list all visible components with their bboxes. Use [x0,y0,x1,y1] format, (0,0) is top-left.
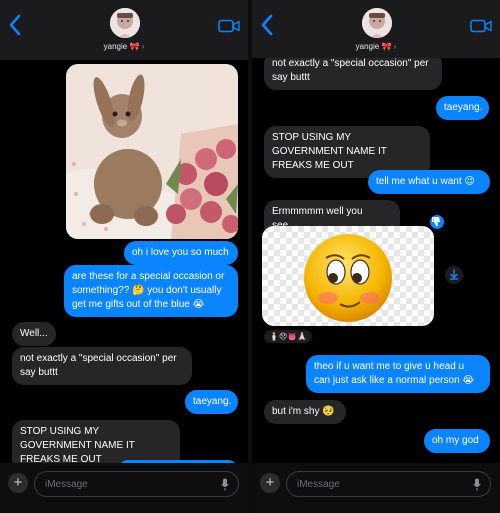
chat-panel-right: not exactly a "special occasion" per say… [252,0,500,513]
tapback-reactions[interactable]: 🕯️😞👅🙏🏻 [264,330,313,343]
contact-name-text: yangie [103,42,128,51]
message-incoming[interactable]: Well... [12,322,56,346]
message-outgoing[interactable]: oh i love you so much [124,241,238,265]
message-outgoing[interactable]: are these for a special occasion or some… [64,265,238,317]
video-camera-icon[interactable] [218,19,240,33]
video-camera-icon[interactable] [470,19,492,33]
plus-button[interactable]: + [260,473,280,493]
message-outgoing[interactable]: oh my god [424,429,490,453]
message-incoming[interactable]: but i'm shy 🥺 [264,400,346,424]
microphone-icon[interactable] [473,478,481,491]
contact-name[interactable]: yangie 🎀 › [0,42,248,51]
message-outgoing[interactable]: theo if u want me to give u head u can j… [306,355,490,393]
message-outgoing[interactable]: taeyang. [185,390,238,414]
message-input[interactable] [45,472,210,496]
message-incoming[interactable]: not exactly a "special occasion" per say… [12,347,192,385]
chevron-right-icon: › [141,42,145,51]
message-outgoing[interactable]: tell me what u want 😉 [368,170,490,194]
avatar[interactable] [362,8,392,38]
contact-name-text: yangie [355,42,380,51]
chat-header: yangie 🎀 › [252,0,500,58]
chevron-left-icon[interactable] [260,14,274,36]
plus-button[interactable]: + [8,473,28,493]
contact-name[interactable]: yangie 🎀 › [252,42,500,51]
avatar[interactable] [110,8,140,38]
save-download-icon[interactable] [445,266,463,284]
photo-emoji-blush[interactable] [262,226,434,326]
microphone-icon[interactable] [221,478,229,491]
chevron-right-icon: › [393,42,397,51]
chevron-left-icon[interactable] [8,14,22,36]
thumbs-down-reaction[interactable] [428,213,446,231]
message-input-field[interactable] [34,471,239,497]
bow-emoji: 🎀 [381,42,392,51]
chat-header: yangie 🎀 › [0,0,248,60]
chat-panel-left: yangie 🎀 › oh i love you so much are the… [0,0,248,513]
bow-emoji: 🎀 [129,42,140,51]
message-outgoing[interactable]: taeyang. [436,96,489,120]
message-input-field[interactable] [286,471,491,497]
message-input[interactable] [297,472,462,496]
photo-bunny-roses[interactable] [66,64,238,239]
